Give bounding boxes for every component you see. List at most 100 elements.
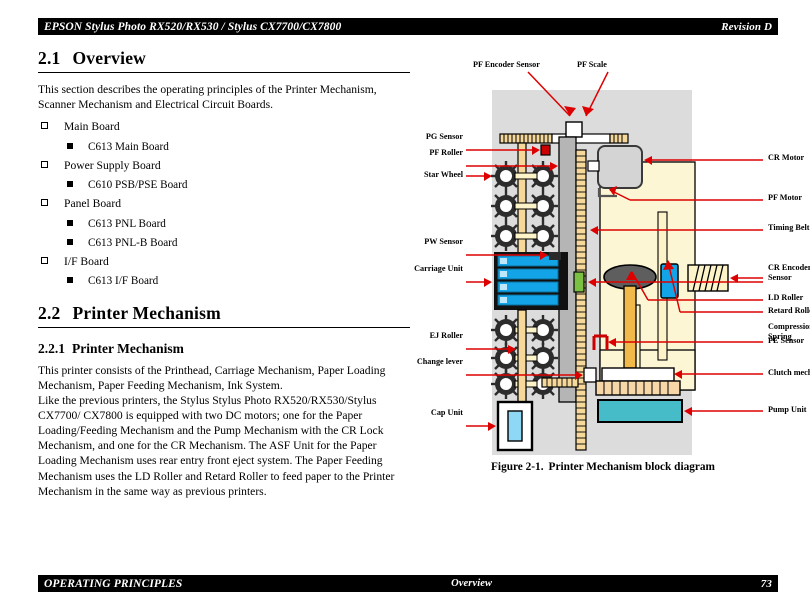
callout-label-cr-motor: CR Motor	[768, 153, 805, 162]
pf-scale-end	[609, 133, 629, 144]
filled-square-bullet-icon	[67, 219, 73, 226]
footer-section-title: Overview	[451, 578, 493, 589]
header-revision: Revision D	[721, 20, 772, 33]
callout-label-ld-roller: LD Roller	[768, 293, 804, 302]
cartridge-chip	[500, 297, 507, 303]
star-wheel-axle	[514, 202, 538, 210]
star-wheel-axle	[514, 232, 538, 240]
page-footer-bar: OPERATING PRINCIPLES Overview 73	[38, 575, 778, 592]
board-list-item: I/F Board C613 I/F Board	[38, 255, 410, 288]
board-sublist: C610 PSB/PSE Board	[64, 178, 410, 192]
callout-label-pg-sensor: PG Sensor	[425, 132, 463, 141]
callout-label-cap-unit: Cap Unit	[430, 408, 463, 417]
open-square-bullet-icon	[41, 122, 48, 130]
ld-roller-shaft-vertical	[623, 285, 637, 369]
filled-square-bullet-icon	[67, 142, 73, 149]
board-sub-label: C613 I/F Board	[88, 275, 159, 288]
document-left-column: 2.1 Overview This section describes the o…	[38, 48, 410, 507]
filled-square-bullet-icon	[67, 238, 73, 245]
cartridge-chip	[500, 258, 507, 264]
open-square-bullet-icon	[41, 256, 48, 264]
board-sublist-item: C613 I/F Board	[64, 274, 410, 288]
clutch-mechanism-plate	[601, 367, 675, 382]
board-list-item: Panel Board C613 PNL Board C613 PNL-B Bo…	[38, 197, 410, 249]
board-sub-label: C613 Main Board	[88, 140, 169, 153]
board-sublist-item: C613 Main Board	[64, 140, 410, 154]
cr-motor-pinion	[587, 160, 600, 172]
cr-encoder-line-1: CR Encoder	[768, 263, 810, 272]
section-title-2-2-1: Printer Mechanism	[72, 341, 184, 357]
cr-motor	[597, 145, 643, 189]
board-sublist: C613 PNL Board C613 PNL-B Board	[64, 217, 410, 250]
compression-spring-line-1: Compression	[768, 322, 810, 331]
callout-label-clutch-mechanism: Clutch mechanism	[768, 368, 810, 377]
arrow-carriage-unit	[484, 278, 492, 287]
ej-roller	[517, 309, 527, 406]
section-title-2-2: Printer Mechanism	[72, 303, 221, 324]
pump-unit	[597, 399, 683, 423]
cartridge-chip	[500, 271, 507, 277]
figure-caption-text: Printer Mechanism block diagram	[548, 461, 715, 473]
board-label: Panel Board	[64, 197, 121, 211]
header-product-title: EPSON Stylus Photo RX520/RX530 / Stylus …	[44, 20, 342, 33]
callout-label-pf-scale: PF Scale	[577, 60, 607, 69]
callout-label-ej-roller: EJ Roller	[429, 331, 463, 340]
section-title-2-1: Overview	[72, 48, 146, 68]
heading-rule-2-1	[38, 72, 410, 73]
callout-label-pw-sensor: PW Sensor	[424, 237, 463, 246]
board-label: I/F Board	[64, 254, 109, 268]
section-number-2-2-1: 2.2.1	[38, 341, 65, 357]
cr-encoder-sensor	[573, 271, 585, 293]
footer-chapter-title: OPERATING PRINCIPLES	[44, 577, 183, 590]
board-sub-label: C610 PSB/PSE Board	[88, 179, 188, 192]
callout-label-retard-roller: Retard Roller	[768, 306, 810, 315]
clutch-gear-rack	[595, 380, 681, 396]
printer-mechanism-block-diagram	[466, 71, 763, 455]
cartridge-chip	[500, 284, 507, 290]
callout-label-pe-sensor: PE Sensor	[768, 336, 805, 345]
board-sub-label: C613 PNL Board	[88, 217, 166, 230]
board-sublist: C613 I/F Board	[64, 274, 410, 288]
callout-label-pf-roller: PF Roller	[429, 148, 463, 157]
section-number-2-2: 2.2	[38, 303, 61, 324]
cr-encoder-line-2: Sensor	[768, 272, 792, 282]
star-wheel-cluster-upper	[491, 161, 558, 251]
callout-label-cr-encoder-sensor: CR Encoder Sensor	[768, 263, 810, 282]
board-list: Main Board C613 Main Board Power Supply …	[38, 120, 410, 288]
callout-label-star-wheel: Star Wheel	[423, 170, 463, 179]
callout-label-timing-belt: Timing Belt	[768, 223, 810, 232]
page-header-bar: EPSON Stylus Photo RX520/RX530 / Stylus …	[38, 18, 778, 35]
callout-label-carriage-unit: Carriage Unit	[414, 264, 463, 273]
cap-unit-pad	[507, 410, 523, 442]
printer-mechanism-figure: PF Encoder Sensor PF Scale PG Sensor PF …	[414, 50, 810, 480]
arrow-star-wheel	[484, 172, 492, 181]
board-sublist-item: C610 PSB/PSE Board	[64, 178, 410, 192]
figure-caption: Figure 2-1. Printer Mechanism block diagr…	[418, 461, 788, 473]
board-sublist-item: C613 PNL-B Board	[64, 236, 410, 250]
mechanism-paragraph-1: This printer consists of the Printhead, …	[38, 364, 386, 393]
callout-label-pf-encoder-sensor: PF Encoder Sensor	[473, 60, 540, 69]
footer-page-number: 73	[760, 577, 772, 590]
pf-encoder-sensor	[565, 121, 583, 138]
open-square-bullet-icon	[41, 199, 48, 207]
callout-label-pump-unit: Pump Unit	[768, 405, 807, 414]
change-lever	[583, 367, 597, 383]
open-square-bullet-icon	[41, 160, 48, 168]
board-sublist: C613 Main Board	[64, 140, 410, 154]
heading-rule-2-2	[38, 327, 410, 329]
pw-sensor	[549, 252, 561, 260]
section-heading-2-1: 2.1 Overview	[38, 48, 410, 69]
figure-number: Figure 2-1.	[491, 461, 544, 473]
section-number-2-1: 2.1	[38, 48, 61, 68]
board-sublist-item: C613 PNL Board	[64, 217, 410, 231]
board-label: Main Board	[64, 120, 120, 134]
board-list-item: Power Supply Board C610 PSB/PSE Board	[38, 159, 410, 192]
filled-square-bullet-icon	[67, 181, 73, 188]
mechanism-paragraph-2: Like the previous printers, the Stylus S…	[38, 394, 395, 498]
callout-label-pf-motor: PF Motor	[768, 193, 803, 202]
board-label: Power Supply Board	[64, 158, 161, 172]
pg-sensor	[540, 144, 551, 156]
board-list-item: Main Board C613 Main Board	[38, 120, 410, 153]
callout-label-change-lever: Change lever	[416, 357, 463, 366]
